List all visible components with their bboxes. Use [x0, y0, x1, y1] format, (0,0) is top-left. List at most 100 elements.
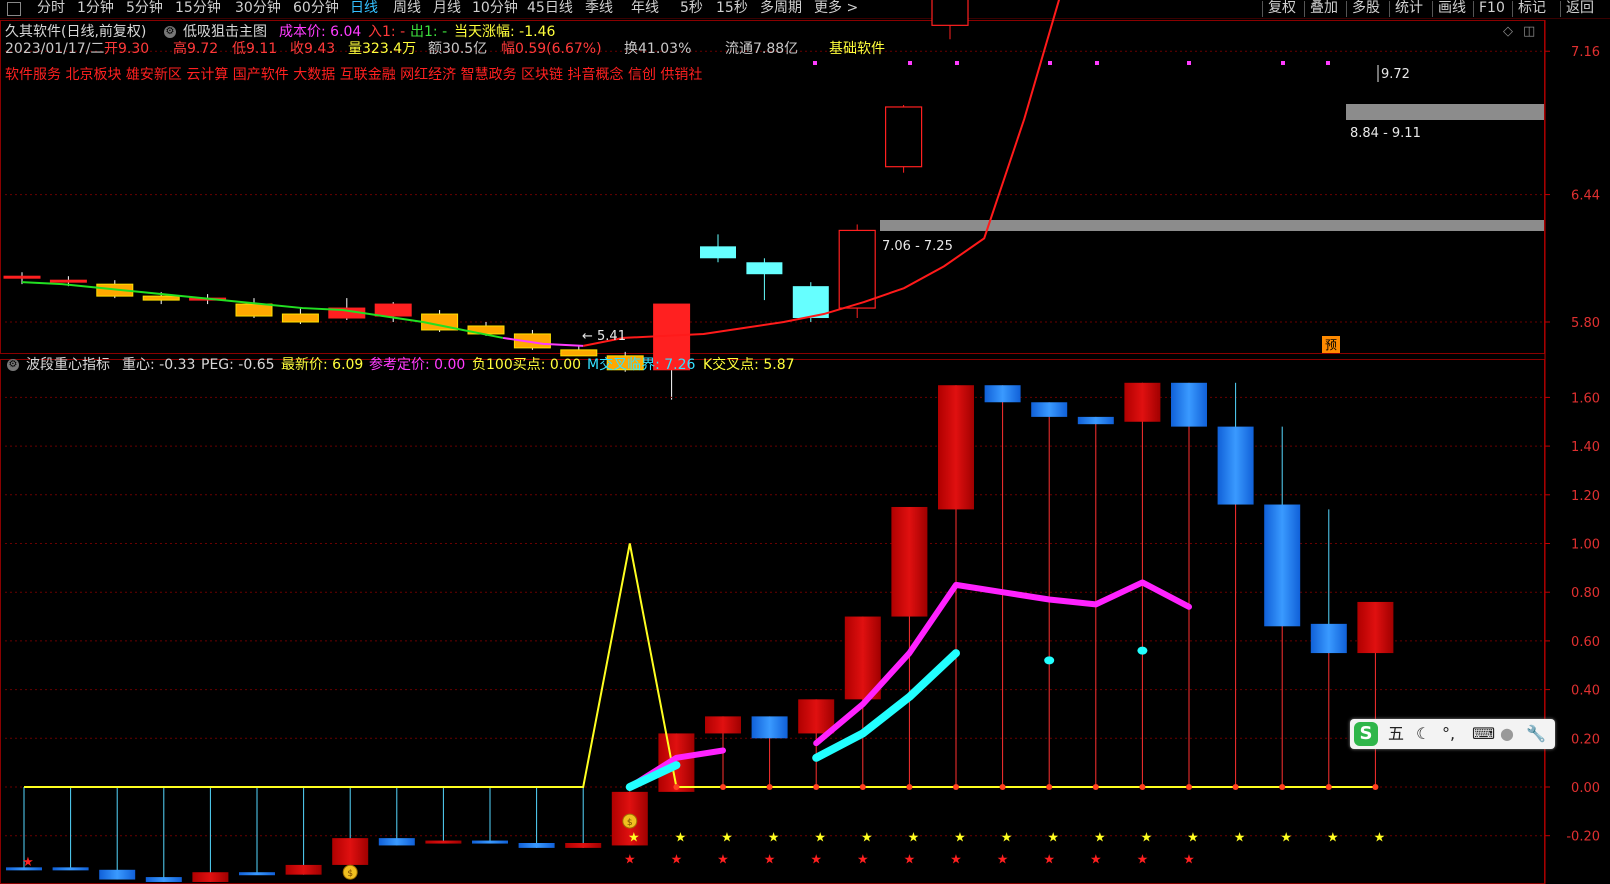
- yellow-star-icon: ★: [1141, 831, 1153, 846]
- support-zone: [880, 220, 1544, 231]
- signal-dot: [1281, 61, 1285, 65]
- main-chart: 8.847.967.166.445.807.06 - 7.258.84 - 9.…: [0, 0, 1600, 884]
- sub-bar: [565, 843, 602, 848]
- sub-bar: [192, 872, 229, 882]
- cost-price: 成本价: 6.04: [279, 24, 362, 40]
- ime-logo-icon[interactable]: S: [1354, 722, 1378, 746]
- yellow-star-icon: ★: [628, 831, 640, 846]
- sub-center: 重心: -0.33: [122, 357, 196, 373]
- sub-bar: [705, 716, 741, 734]
- zero-dot: [1092, 784, 1099, 790]
- sub-axis-label: 0.40: [1571, 684, 1600, 699]
- indicator-name[interactable]: 低吸狙击主图: [183, 24, 267, 40]
- yellow-star-icon: ★: [1187, 831, 1199, 846]
- yellow-star-icon: ★: [1094, 831, 1106, 846]
- red-star-icon: ★: [1137, 853, 1149, 868]
- candle-body: [281, 313, 319, 323]
- sub-bar: [938, 385, 974, 510]
- in-price: 入1: -: [368, 24, 406, 40]
- yellow-star-icon: ★: [1001, 831, 1013, 846]
- info-float: 流通7.88亿: [725, 41, 799, 57]
- zero-dot: [813, 784, 820, 790]
- info-turnover: 换41.03%: [624, 41, 692, 57]
- yellow-star-icon: ★: [861, 831, 873, 846]
- panel-icon[interactable]: ◫: [1523, 24, 1535, 40]
- zero-dot: [766, 784, 773, 790]
- yellow-star-icon: ★: [1047, 831, 1059, 846]
- signal-dot: [1326, 61, 1330, 65]
- zero-dot: [1232, 784, 1239, 790]
- sub-m-cross: M交叉临界: 7.26: [587, 357, 696, 373]
- sub-axis-label: 1.40: [1571, 440, 1600, 455]
- sub-axis-label: 0.60: [1571, 635, 1600, 650]
- cyan-dot: [1137, 646, 1148, 655]
- candle-body: [931, 0, 969, 26]
- cyan-dot: [1044, 656, 1055, 665]
- red-star-icon: ★: [810, 853, 822, 868]
- info-industry: 基础软件: [829, 41, 885, 57]
- sub-bar: [472, 840, 508, 844]
- sub-bar: [798, 699, 835, 734]
- info-amplitude: 幅0.59(6.67%): [501, 41, 602, 57]
- red-star-icon: ★: [857, 853, 869, 868]
- yellow-star-icon: ★: [1234, 831, 1246, 846]
- user-icon[interactable]: ●: [1500, 724, 1514, 744]
- red-star-icon: ★: [22, 855, 34, 870]
- sub-bar: [891, 506, 928, 617]
- signal-dot: [1095, 61, 1099, 65]
- info-amount: 额30.5亿: [428, 41, 488, 57]
- candle-body: [235, 303, 273, 317]
- wrench-icon[interactable]: 🔧: [1526, 724, 1546, 744]
- zero-dot: [1186, 784, 1192, 790]
- resistance-zone-label: 8.84 - 9.11: [1350, 126, 1421, 141]
- sub-axis-label: 1.60: [1571, 391, 1600, 406]
- red-star-icon: ★: [764, 853, 776, 868]
- red-star-icon: ★: [1043, 853, 1055, 868]
- low-price-label: ← 5.41: [582, 329, 626, 344]
- sub-bar: [378, 838, 415, 846]
- keyboard-icon[interactable]: ⌨: [1472, 724, 1495, 744]
- out-price: 出1: -: [410, 24, 448, 40]
- red-star-icon: ★: [904, 853, 916, 868]
- sub-settings-icon[interactable]: ⚙: [7, 359, 19, 371]
- zero-dot: [859, 784, 866, 790]
- ime-toolbar[interactable]: S 五 ☾ °, ⌨ ● 🔧: [1350, 719, 1555, 749]
- diamond-icon[interactable]: ◇: [1503, 24, 1513, 40]
- sub-bar: [52, 867, 89, 871]
- info-open: 开9.30: [104, 41, 150, 57]
- sub-bar: [1124, 382, 1161, 422]
- sub-bar: [285, 864, 322, 875]
- info-date: 2023/01/17/二: [5, 41, 105, 57]
- sub-bar: [1264, 504, 1301, 627]
- sub-axis-label: 1.00: [1571, 538, 1600, 553]
- candle-body: [374, 303, 412, 317]
- signal-dot: [813, 61, 817, 65]
- stock-title: 久其软件(日线,前复权): [5, 24, 147, 40]
- sub-ref-price: 参考定价: 0.00: [369, 357, 466, 373]
- zero-dot: [1372, 784, 1379, 790]
- candle-body: [3, 275, 41, 279]
- red-star-icon: ★: [997, 853, 1009, 868]
- forecast-badge-text: 预: [1325, 338, 1337, 352]
- yellow-star-icon: ★: [675, 831, 687, 846]
- punctuation-icon[interactable]: °,: [1442, 724, 1455, 744]
- zero-dot: [999, 784, 1006, 790]
- signal-dot: [908, 61, 912, 65]
- ime-mode[interactable]: 五: [1388, 724, 1404, 744]
- zero-dot: [1325, 784, 1332, 790]
- red-star-icon: ★: [1183, 853, 1195, 868]
- sub-bar: [518, 843, 555, 848]
- settings-icon[interactable]: ⚙: [164, 26, 176, 38]
- yellow-signal-line: [24, 543, 1376, 788]
- candle-body: [560, 349, 598, 357]
- sub-bar: [145, 877, 182, 882]
- moon-icon[interactable]: ☾: [1416, 724, 1430, 744]
- sub-indicator-name[interactable]: 波段重心指标: [26, 357, 110, 373]
- sub-bar: [1310, 623, 1347, 654]
- signal-dot: [1187, 61, 1191, 65]
- cyan-trend-line: [812, 649, 960, 762]
- sub-axis-label: 0.80: [1571, 586, 1600, 601]
- sub-bar: [1217, 426, 1254, 505]
- sub-buy-point: 负100买点: 0.00: [472, 357, 582, 373]
- yellow-star-icon: ★: [814, 831, 826, 846]
